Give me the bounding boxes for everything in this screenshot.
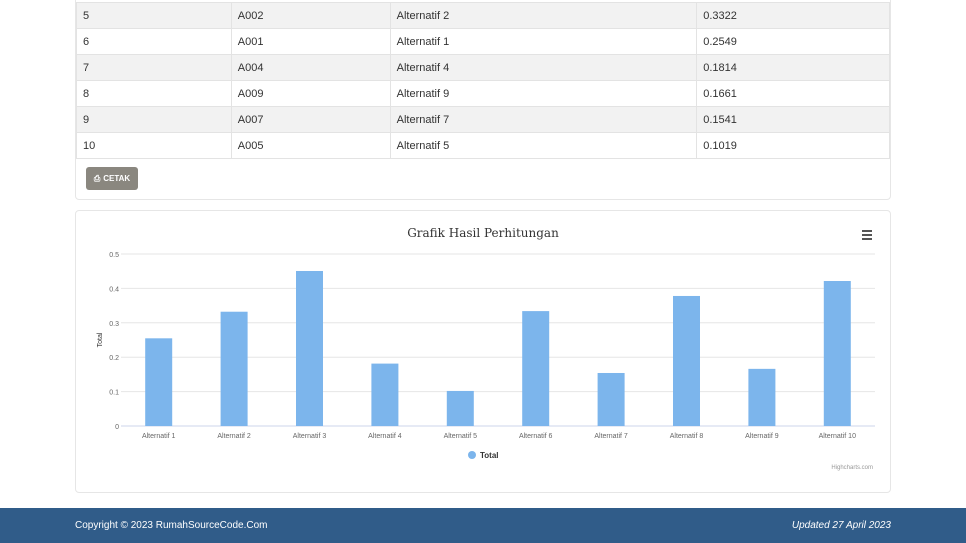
table-row: 9 A007 Alternatif 7 0.1541 [76, 106, 890, 133]
bar-chart: Grafik Hasil Perhitungan 0 0.1 0.2 0.3 0.4 0.5… [97, 226, 875, 471]
table-cell: 8 [76, 80, 232, 107]
table-row: 5 A002 Alternatif 2 0.3322 [76, 2, 890, 29]
table-cell: Alternatif 9 [389, 80, 698, 107]
table-row: 8 A009 Alternatif 9 0.1661 [76, 80, 890, 107]
y-tick-label: 0 [115, 424, 119, 431]
bar [145, 338, 173, 426]
menu-icon[interactable] [862, 230, 872, 240]
footer: Copyright © 2023 RumahSourceCode.Com Upd… [0, 508, 966, 543]
table-cell: Alternatif 4 [389, 54, 698, 81]
table-cell: Alternatif 2 [389, 2, 698, 29]
highcharts-credits: Highcharts.com [831, 465, 873, 471]
table-cell: 0.1019 [696, 132, 890, 159]
y-tick-label: 0.3 [109, 321, 119, 328]
bar [220, 311, 248, 426]
table-cell: 0.1541 [696, 106, 890, 133]
table-row: 6 A001 Alternatif 1 0.2549 [76, 28, 890, 55]
x-tick-label: Alternatif 5 [444, 433, 478, 440]
chart-title: Grafik Hasil Perhitungan [407, 226, 559, 240]
x-tick-label: Alternatif 9 [745, 433, 779, 440]
table-row: 10 A005 Alternatif 5 0.1019 [76, 132, 890, 159]
legend-marker [468, 451, 476, 459]
x-tick-label: Alternatif 3 [293, 433, 327, 440]
table-cell: Alternatif 5 [389, 132, 698, 159]
table-cell: A007 [230, 106, 391, 133]
result-table-card: 5 A002 Alternatif 2 0.3322 6 A001 Alternatif 1… [75, 0, 891, 200]
y-axis-title: Total [97, 332, 104, 347]
bar [522, 311, 550, 426]
table-cell: A004 [230, 54, 391, 81]
x-tick-label: Alternatif 10 [819, 433, 856, 440]
x-tick-label: Alternatif 8 [670, 433, 704, 440]
table-cell: 10 [76, 132, 232, 159]
bar [446, 390, 474, 426]
table-cell: A001 [230, 28, 391, 55]
y-tick-label: 0.2 [109, 355, 119, 362]
y-tick-label: 0.1 [109, 390, 119, 397]
table-cell: 5 [76, 2, 232, 29]
bar [823, 281, 851, 426]
table-cell: Alternatif 1 [389, 28, 698, 55]
bar [371, 363, 399, 426]
bar [597, 372, 625, 426]
table-row: 7 A004 Alternatif 4 0.1814 [76, 54, 890, 81]
bar [296, 270, 323, 426]
x-tick-label: Alternatif 6 [519, 433, 553, 440]
printer-icon: ⎙ [93, 173, 101, 183]
table-cell: A002 [230, 2, 391, 29]
x-tick-label: Alternatif 2 [217, 433, 251, 440]
copyright: Copyright © 2023 RumahSourceCode.Com [75, 520, 268, 531]
legend-item: Total [480, 451, 499, 460]
table-cell: 0.1661 [696, 80, 890, 107]
x-tick-label: Alternatif 7 [594, 433, 628, 440]
table-cell: 7 [76, 54, 232, 81]
updated-date: Updated 27 April 2023 [791, 520, 891, 531]
table-cell: A005 [230, 132, 391, 159]
print-button[interactable]: ⎙ CETAK [86, 167, 138, 190]
table-cell: 0.1814 [696, 54, 890, 81]
bar [748, 368, 776, 426]
table-cell: 6 [76, 28, 232, 55]
table-cell: 0.2549 [696, 28, 890, 55]
table-cell: A009 [230, 80, 391, 107]
chart-card: Grafik Hasil Perhitungan 0 0.1 0.2 0.3 0.4 0.5… [75, 210, 891, 493]
bar [673, 295, 700, 426]
x-tick-label: Alternatif 1 [142, 433, 176, 440]
table-cell: Alternatif 7 [389, 106, 698, 133]
table-cell: 9 [76, 106, 232, 133]
y-tick-label: 0.5 [109, 252, 119, 259]
x-tick-label: Alternatif 4 [368, 433, 402, 440]
y-tick-label: 0.4 [109, 286, 119, 293]
result-table: 5 A002 Alternatif 2 0.3322 6 A001 Alternatif 1… [76, 2, 890, 159]
table-cell: 0.3322 [696, 2, 890, 29]
